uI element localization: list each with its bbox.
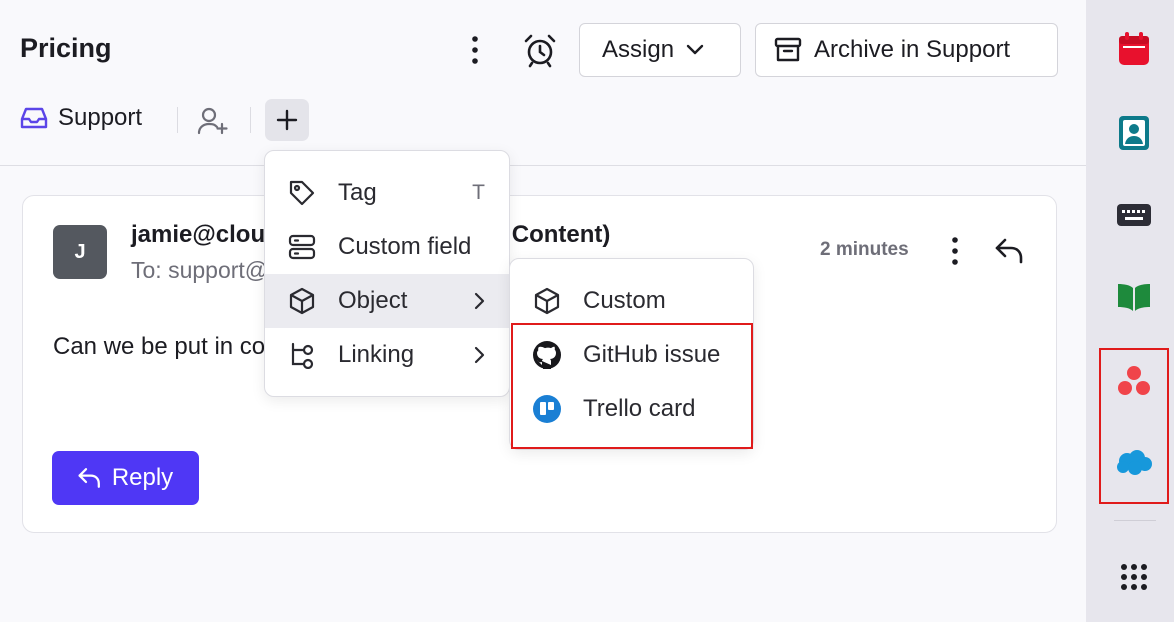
avatar: J	[53, 225, 107, 279]
cube-icon	[532, 286, 562, 316]
archive-label: Archive in Support	[814, 36, 1011, 63]
keyboard-icon[interactable]	[1113, 194, 1155, 236]
reply-icon	[995, 238, 1023, 264]
custom-field-icon	[287, 232, 317, 262]
submenu-item-trello-card[interactable]: Trello card	[510, 382, 753, 436]
linking-icon	[287, 340, 317, 370]
menu-item-custom-field[interactable]: Custom field	[265, 220, 509, 274]
asana-icon[interactable]	[1113, 360, 1155, 402]
reply-label: Reply	[111, 464, 174, 491]
reply-button[interactable]: Reply	[52, 451, 199, 505]
add-participant-button[interactable]	[195, 104, 231, 138]
menu-item-label: Custom	[583, 287, 666, 314]
submenu-item-github-issue[interactable]: GitHub issue	[510, 328, 753, 382]
header-divider	[0, 165, 1086, 166]
plus-icon	[276, 109, 298, 131]
snooze-button[interactable]	[518, 28, 562, 72]
alarm-clock-icon	[524, 34, 556, 68]
add-button[interactable]	[265, 99, 309, 141]
menu-item-label: GitHub issue	[583, 341, 721, 368]
submenu-item-custom[interactable]: Custom	[510, 274, 753, 328]
calendar-icon[interactable]	[1113, 28, 1155, 70]
conversation-pane: Pricing Assign Archive in Support Suppor…	[0, 0, 1086, 622]
kebab-icon	[952, 237, 958, 265]
inbox-selector[interactable]: Support	[20, 104, 142, 132]
divider	[177, 107, 178, 133]
apps-grid-icon[interactable]	[1113, 556, 1155, 598]
message-reply-button[interactable]	[990, 231, 1030, 271]
salesforce-icon[interactable]	[1113, 442, 1155, 484]
menu-item-label: Tag	[338, 179, 377, 206]
menu-item-tag[interactable]: Tag T	[265, 166, 509, 220]
divider	[250, 107, 251, 133]
menu-item-object[interactable]: Object	[265, 274, 509, 328]
more-options-button[interactable]	[458, 30, 492, 70]
shortcut-hint: T	[472, 181, 485, 204]
inbox-label: Support	[58, 104, 143, 131]
timestamp: 2 minutes	[820, 239, 909, 260]
archive-icon	[774, 37, 802, 63]
menu-item-label: Linking	[338, 341, 415, 368]
add-menu: Tag T Custom field Object Linking	[264, 150, 510, 397]
chevron-right-icon	[473, 346, 485, 364]
contacts-icon[interactable]	[1113, 112, 1155, 154]
cube-icon	[287, 286, 317, 316]
assign-label: Assign	[602, 36, 675, 63]
trello-icon	[532, 394, 562, 424]
menu-item-label: Trello card	[583, 395, 696, 422]
page-title: Pricing	[20, 33, 112, 63]
menu-item-linking[interactable]: Linking	[265, 328, 509, 382]
divider	[1114, 520, 1156, 521]
kebab-icon	[472, 36, 478, 64]
menu-item-label: Object	[338, 287, 408, 314]
menu-item-label: Custom field	[338, 233, 472, 260]
add-user-icon	[197, 107, 228, 135]
message-more-button[interactable]	[939, 231, 971, 271]
github-icon	[532, 340, 562, 370]
tag-icon	[287, 178, 317, 208]
chevron-right-icon	[473, 292, 485, 310]
assign-button[interactable]: Assign	[579, 23, 741, 77]
chevron-down-icon	[686, 44, 704, 56]
inbox-icon	[20, 107, 48, 129]
archive-button[interactable]: Archive in Support	[755, 23, 1058, 77]
book-icon[interactable]	[1113, 276, 1155, 318]
object-submenu: Custom GitHub issue Trello card	[509, 258, 754, 450]
reply-icon	[78, 468, 100, 488]
